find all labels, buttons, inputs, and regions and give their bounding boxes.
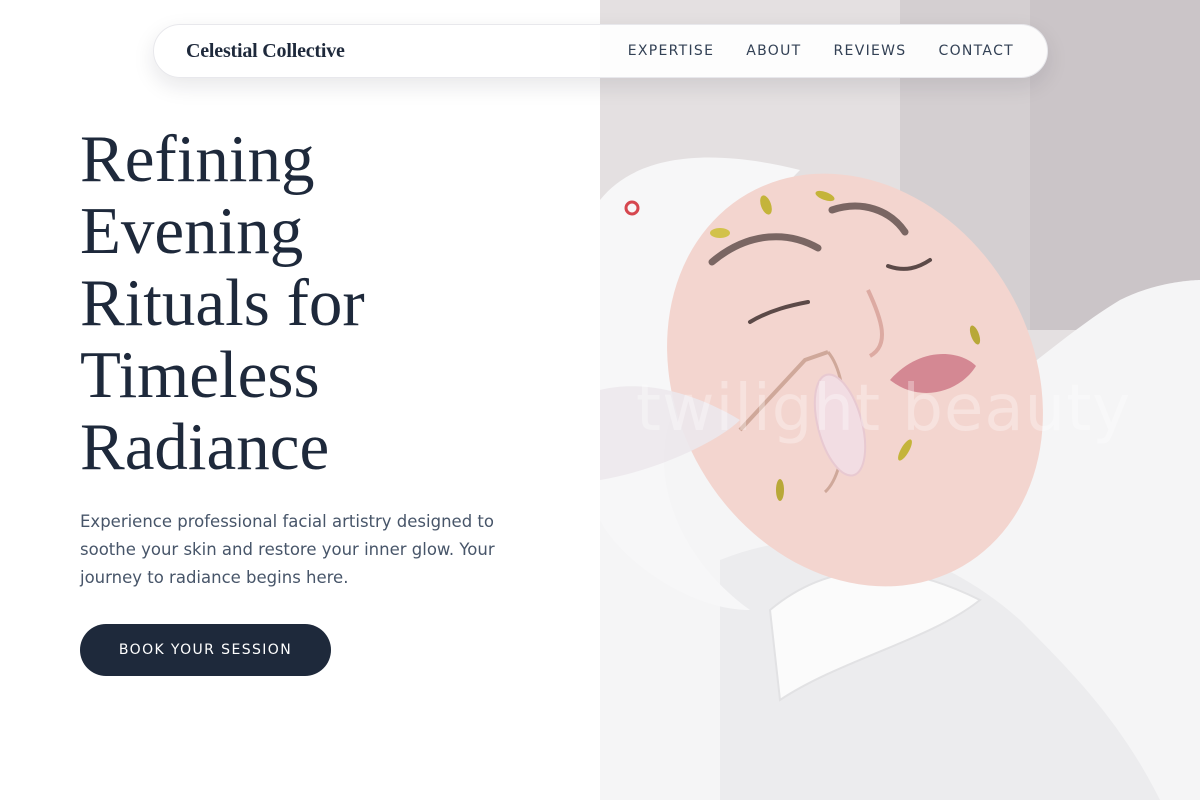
nav-links: EXPERTISE ABOUT REVIEWS CONTACT [628,43,1014,59]
hero-title-line: Rituals for [80,266,365,340]
hero-description: Experience professional facial artistry … [80,512,495,587]
navbar: Celestial Collective EXPERTISE ABOUT REV… [153,24,1048,78]
brand-logo[interactable]: Celestial Collective [186,40,345,63]
nav-link-reviews[interactable]: REVIEWS [834,43,907,59]
book-session-button[interactable]: BOOK YOUR SESSION [80,624,331,676]
hero-title-line: Evening [80,194,304,268]
hero-title-line: Timeless [80,338,320,412]
nav-link-expertise[interactable]: EXPERTISE [628,43,715,59]
hero-title: Refining Evening Rituals for Timeless Ra… [80,123,540,483]
hero-title-line: Refining [80,122,315,196]
watermark-text: twilight beauty [636,372,1132,446]
nav-link-about[interactable]: ABOUT [746,43,801,59]
hero-title-line: Radiance [80,410,330,484]
nav-link-contact[interactable]: CONTACT [939,43,1015,59]
hero-photo: twilight beauty [600,0,1200,800]
